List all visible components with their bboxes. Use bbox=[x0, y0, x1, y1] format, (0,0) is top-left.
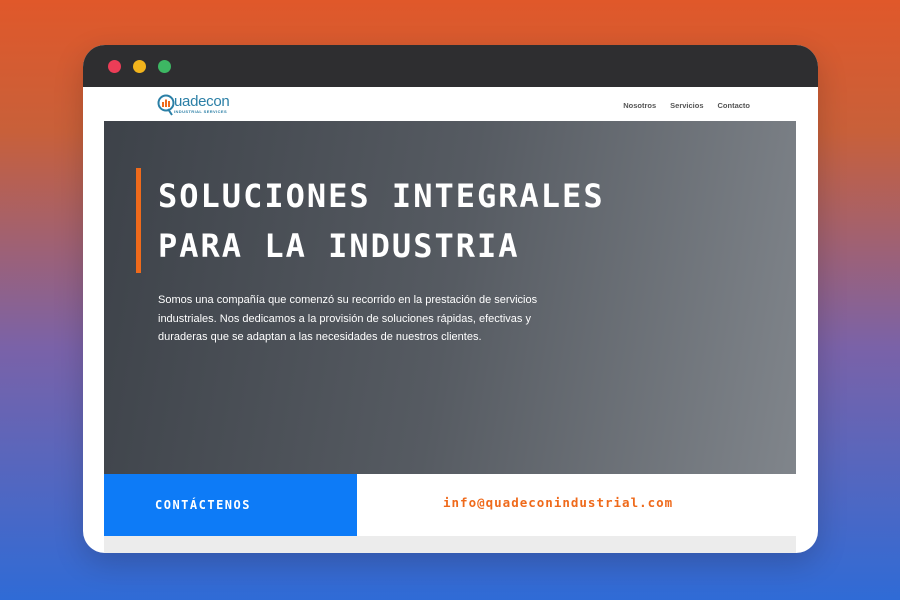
logo-wordmark: uadecon bbox=[174, 93, 230, 110]
browser-window: uadecon INDUSTRIAL SERVICES Nosotros Ser… bbox=[83, 45, 818, 553]
minimize-window-button[interactable] bbox=[133, 60, 146, 73]
q-chart-logo-icon bbox=[157, 94, 175, 116]
next-section-strip bbox=[104, 536, 796, 553]
site-logo[interactable]: uadecon INDUSTRIAL SERVICES bbox=[157, 93, 237, 117]
hero-section: Soluciones integrales para la industria … bbox=[104, 121, 796, 474]
contact-us-button[interactable]: Contáctenos bbox=[104, 474, 357, 536]
hero-accent-bar bbox=[136, 168, 141, 273]
nav-link-servicios[interactable]: Servicios bbox=[670, 101, 703, 110]
contact-email-link[interactable]: info@quadeconindustrial.com bbox=[443, 495, 673, 510]
nav-link-nosotros[interactable]: Nosotros bbox=[623, 101, 656, 110]
contact-us-label: Contáctenos bbox=[155, 498, 251, 512]
hero-title-line-2: para la industria bbox=[158, 227, 520, 265]
site-header: uadecon INDUSTRIAL SERVICES Nosotros Ser… bbox=[83, 87, 818, 121]
nav-link-contacto[interactable]: Contacto bbox=[718, 101, 751, 110]
hero-description: Somos una compañía que comenzó su recorr… bbox=[158, 294, 538, 343]
main-nav: Nosotros Servicios Contacto bbox=[623, 101, 750, 110]
hero-title: Soluciones integrales para la industria bbox=[158, 171, 758, 271]
maximize-window-button[interactable] bbox=[158, 60, 171, 73]
window-titlebar bbox=[83, 45, 818, 87]
logo-tagline: INDUSTRIAL SERVICES bbox=[174, 109, 228, 114]
close-window-button[interactable] bbox=[108, 60, 121, 73]
hero-title-line-1: Soluciones integrales bbox=[158, 177, 605, 215]
